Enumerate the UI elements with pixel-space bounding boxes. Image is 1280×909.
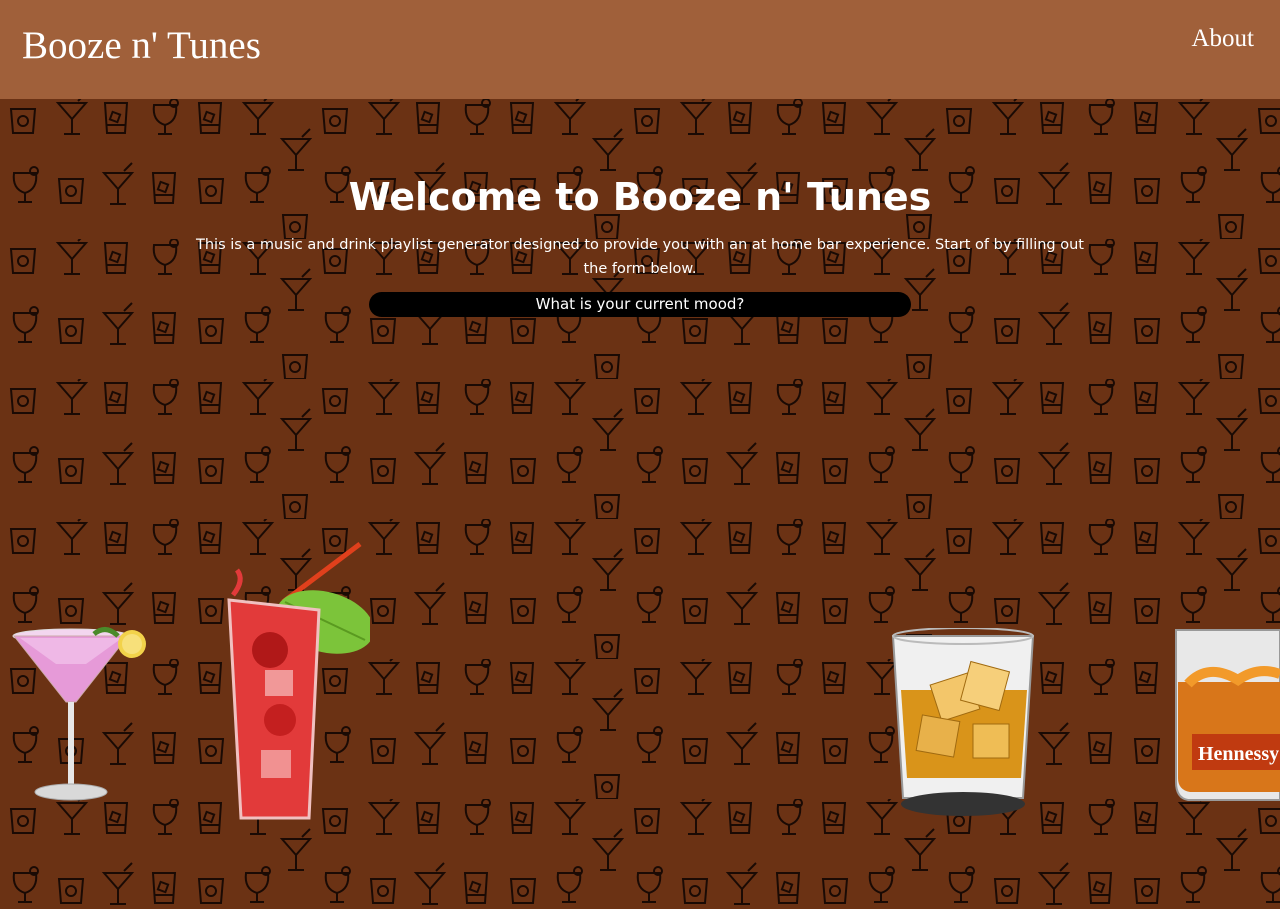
top-header: Booze n' Tunes About — [0, 0, 1280, 99]
cognac-label-text: Hennessy — [1198, 743, 1279, 765]
brand-title[interactable]: Booze n' Tunes — [22, 26, 261, 65]
whiskey-rocks-image — [891, 628, 1035, 816]
mood-question-button[interactable]: What is your current mood? — [369, 292, 911, 317]
hero-section: Welcome to Booze n' Tunes This is a musi… — [0, 175, 1280, 281]
strawberry-cocktail-image — [227, 542, 370, 820]
welcome-heading: Welcome to Booze n' Tunes — [348, 175, 932, 219]
cognac-glass-image: Hennessy — [1175, 629, 1280, 801]
nav-about-link[interactable]: About — [1192, 26, 1255, 51]
pink-martini-image — [12, 627, 146, 801]
intro-description: This is a music and drink playlist gener… — [196, 237, 1084, 277]
